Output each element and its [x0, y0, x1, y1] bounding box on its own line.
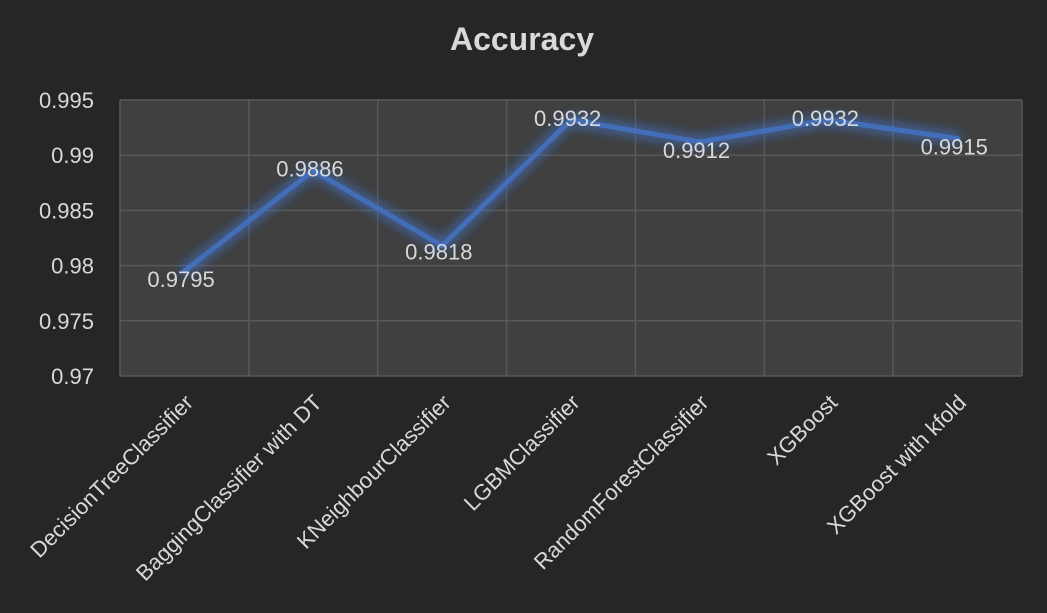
data-label: 0.9818	[405, 240, 472, 265]
y-tick-label: 0.99	[51, 143, 94, 168]
y-tick-label: 0.995	[39, 88, 94, 113]
x-category-label: XGBoost	[762, 390, 842, 470]
data-label: 0.9932	[792, 106, 859, 131]
data-label: 0.9886	[276, 157, 343, 182]
y-axis-tick-labels: 0.97 0.975 0.98 0.985 0.99 0.995	[39, 88, 94, 389]
data-label: 0.9932	[534, 106, 601, 131]
chart-container: Accuracy 0.97 0.975 0.98 0.985 0.99 0.995 Dec…	[0, 0, 1047, 613]
y-tick-label: 0.98	[51, 254, 94, 279]
x-axis-category-labels: DecisionTreeClassifierBaggingClassifier …	[25, 390, 971, 586]
x-category-label: LGBMClassifier	[459, 390, 585, 516]
plot-area	[120, 100, 1022, 376]
chart-title: Accuracy	[450, 21, 594, 57]
data-label: 0.9912	[663, 138, 730, 163]
accuracy-line-chart: Accuracy 0.97 0.975 0.98 0.985 0.99 0.995 Dec…	[25, 21, 1023, 586]
y-tick-label: 0.975	[39, 309, 94, 334]
y-tick-label: 0.985	[39, 198, 94, 223]
y-tick-label: 0.97	[51, 364, 94, 389]
data-label: 0.9795	[147, 267, 214, 292]
data-label: 0.9915	[921, 135, 988, 160]
x-category-label: XGBoost with kfold	[822, 390, 971, 539]
